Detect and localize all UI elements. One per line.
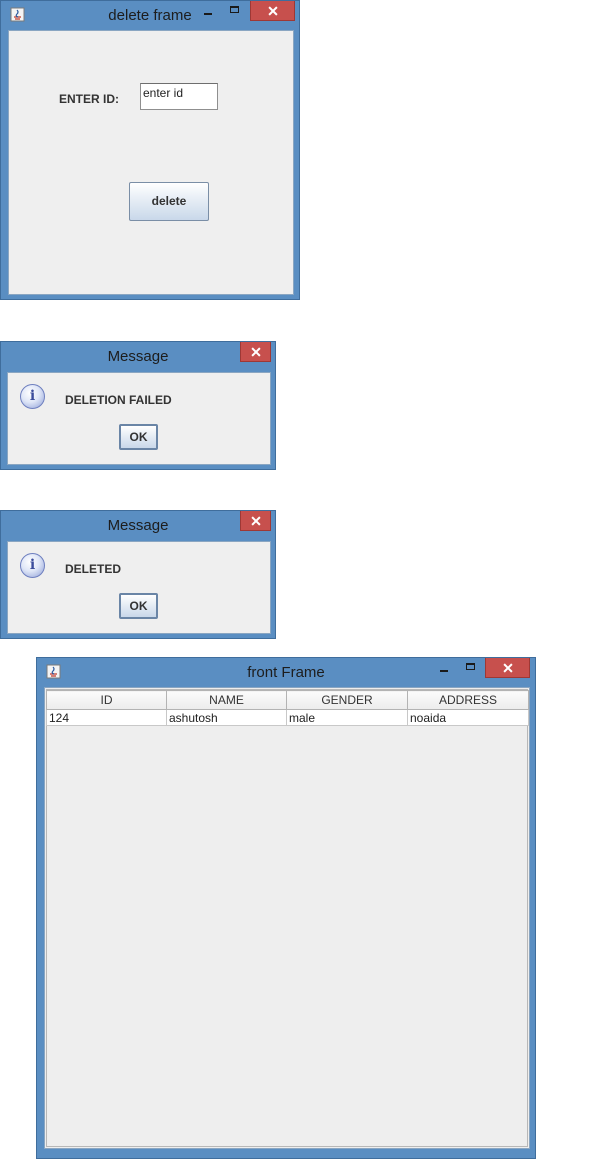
info-icon: i [20,553,45,578]
column-header-id[interactable]: ID [46,690,167,710]
delete-frame-titlebar[interactable]: delete frame [1,1,299,30]
table-row[interactable]: 124 ashutosh male noaida [46,709,529,726]
message-dialog-deleted: Message i DELETED OK [0,510,276,639]
column-header-address[interactable]: ADDRESS [407,690,529,710]
message-deleted-titlebar[interactable]: Message [1,511,275,540]
front-frame-window: front Frame ID NAME GENDER ADDRESS 124 a… [36,657,536,1159]
ok-button[interactable]: OK [119,424,158,450]
delete-frame-content: ENTER ID: enter id delete [8,30,294,295]
info-icon: i [20,384,45,409]
message-failed-titlebar[interactable]: Message [1,342,275,371]
message-dialog-failed: Message i DELETION FAILED OK [0,341,276,470]
close-button[interactable] [485,658,530,678]
cell-name[interactable]: ashutosh [166,709,287,726]
message-deleted-content: i DELETED OK [7,541,271,634]
maximize-button[interactable] [224,1,248,21]
message-failed-content: i DELETION FAILED OK [7,372,271,465]
id-label: ENTER ID: [59,92,119,106]
minimize-button[interactable] [197,1,221,21]
minimize-button[interactable] [433,658,457,678]
column-header-gender[interactable]: GENDER [286,690,408,710]
close-button[interactable] [250,1,295,21]
message-deleted-title: Message [107,517,169,534]
delete-button[interactable]: delete [129,182,209,221]
cell-gender[interactable]: male [286,709,408,726]
front-frame-titlebar[interactable]: front Frame [37,658,535,687]
column-header-name[interactable]: NAME [166,690,287,710]
delete-frame-window: delete frame ENTER ID: enter id delete [0,0,300,300]
table-scroll-pane [46,689,528,1147]
message-text: DELETION FAILED [65,393,172,407]
cell-id[interactable]: 124 [46,709,167,726]
close-button[interactable] [240,342,271,362]
maximize-button[interactable] [460,658,484,678]
front-frame-content: ID NAME GENDER ADDRESS 124 ashutosh male… [44,687,530,1149]
table-header-row: ID NAME GENDER ADDRESS [46,690,529,710]
cell-address[interactable]: noaida [407,709,529,726]
close-button[interactable] [240,511,271,531]
message-text: DELETED [65,562,122,576]
ok-button[interactable]: OK [119,593,158,619]
id-input[interactable]: enter id [140,83,218,110]
records-table[interactable]: ID NAME GENDER ADDRESS 124 ashutosh male… [46,690,529,726]
message-failed-title: Message [107,348,169,365]
